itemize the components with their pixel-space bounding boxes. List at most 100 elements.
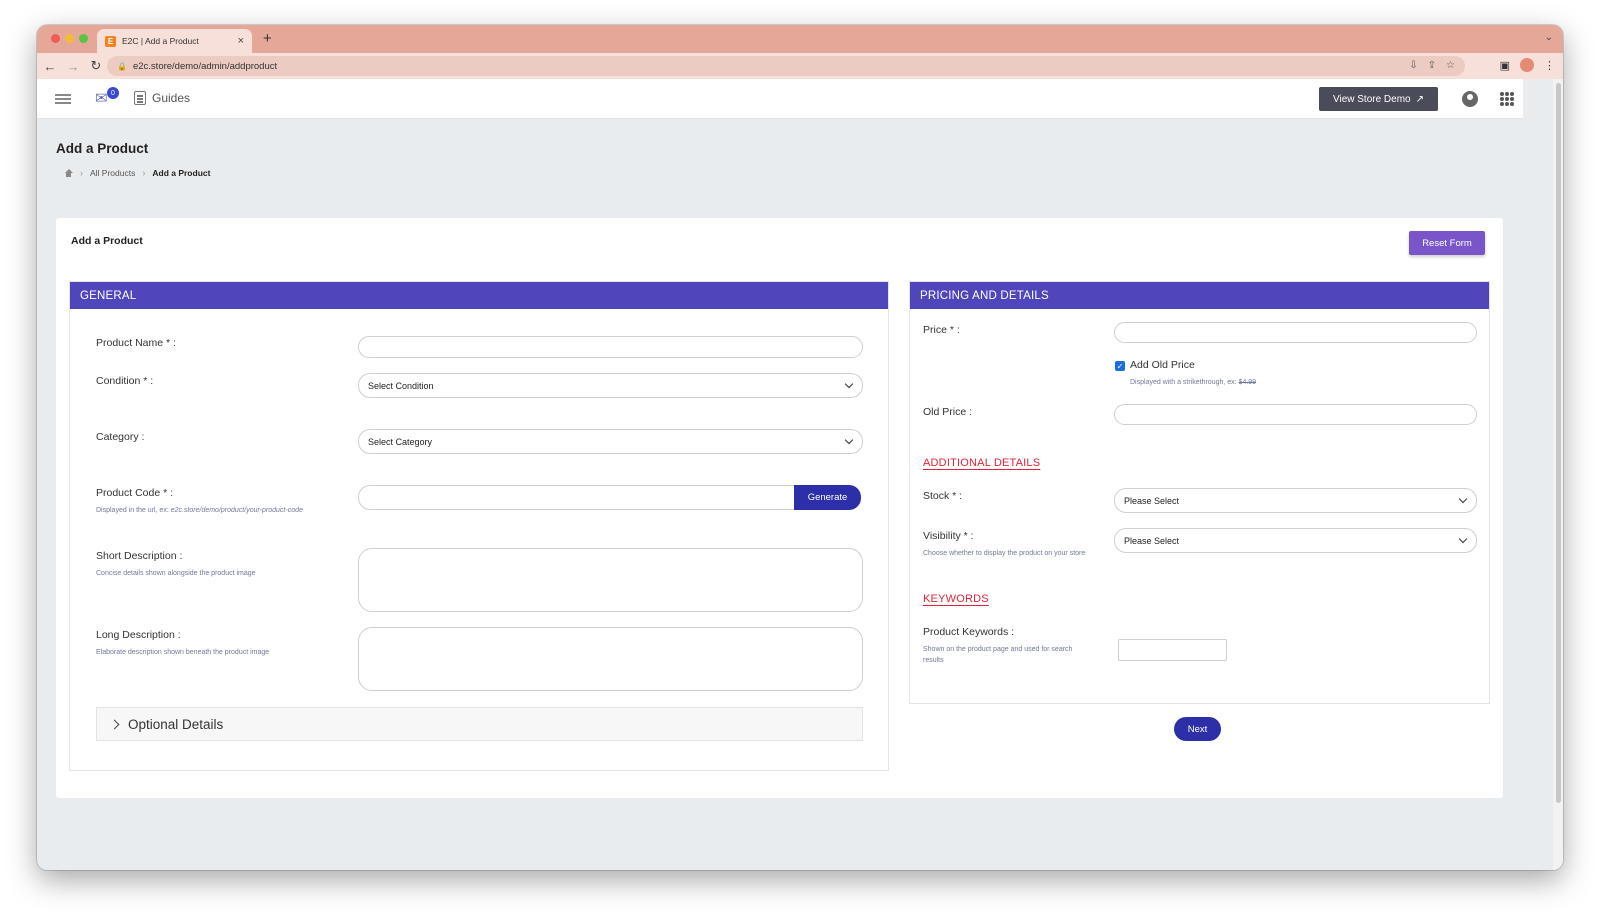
new-tab-button[interactable]: + (263, 30, 272, 47)
card-title: Add a Product (71, 235, 143, 247)
view-store-label: View Store Demo (1332, 93, 1411, 105)
user-account-icon[interactable] (1462, 91, 1478, 107)
price-input[interactable] (1114, 322, 1477, 343)
visibility-select[interactable]: Please Select (1114, 528, 1477, 553)
breadcrumb-separator-icon: › (80, 168, 83, 178)
add-old-price-checkbox[interactable]: ✓ (1115, 361, 1125, 371)
minimize-window-button[interactable] (65, 34, 74, 43)
chevron-down-icon (1458, 494, 1468, 504)
apps-grid-icon[interactable] (1500, 92, 1514, 106)
view-store-demo-button[interactable]: View Store Demo ↗ (1319, 87, 1438, 111)
general-panel: GENERAL Product Name * : Condition * : S… (69, 281, 889, 771)
tab-close-icon[interactable]: × (238, 35, 244, 47)
keywords-title: KEYWORDS (923, 593, 989, 605)
back-icon[interactable]: ← (40, 59, 60, 74)
stock-label: Stock * : (923, 490, 963, 502)
long-description-label: Long Description : (96, 629, 181, 641)
product-code-help-example: e2c.store/demo/product/your-product-code (170, 507, 303, 514)
breadcrumb-current: Add a Product (152, 168, 211, 178)
home-icon[interactable] (64, 169, 73, 177)
old-price-input[interactable] (1114, 404, 1477, 425)
tab-title: E2C | Add a Product (122, 36, 199, 46)
browser-tab[interactable]: E E2C | Add a Product × (97, 29, 252, 53)
maximize-window-button[interactable] (79, 34, 88, 43)
chevron-right-icon (109, 719, 120, 729)
close-window-button[interactable] (51, 34, 60, 43)
profile-avatar-icon[interactable] (1520, 58, 1534, 72)
breadcrumb-separator-icon: › (142, 168, 146, 178)
product-keywords-input[interactable] (1118, 639, 1227, 661)
guides-label: Guides (152, 91, 191, 105)
hamburger-menu-icon[interactable] (55, 94, 71, 104)
install-icon[interactable]: ⇩ (1409, 60, 1417, 71)
chevron-down-icon (844, 379, 854, 389)
long-description-help: Elaborate description shown beneath the … (96, 649, 270, 656)
generate-code-button[interactable]: Generate (794, 485, 861, 510)
visibility-help: Choose whether to display the product on… (923, 550, 1086, 557)
price-label: Price * : (923, 324, 960, 336)
forward-icon[interactable]: → (63, 59, 83, 74)
optional-details-accordion[interactable]: Optional Details (96, 707, 863, 741)
bookmark-star-icon[interactable]: ☆ (1446, 60, 1455, 71)
breadcrumb: › All Products › Add a Product (64, 168, 210, 178)
long-description-textarea[interactable] (358, 627, 863, 691)
optional-details-label: Optional Details (128, 716, 224, 732)
general-panel-heading: GENERAL (70, 282, 888, 309)
chevron-down-icon (1458, 534, 1468, 544)
page-title: Add a Product (56, 141, 149, 156)
product-keywords-label: Product Keywords : (923, 626, 1015, 638)
address-bar[interactable]: 🔒 e2c.store/demo/admin/addproduct ⇩ ⇪ ☆ (107, 56, 1465, 76)
short-description-textarea[interactable] (358, 548, 863, 612)
product-code-help: Displayed in the url, ex: e2c.store/demo… (96, 506, 336, 517)
reload-icon[interactable]: ↻ (86, 58, 106, 74)
side-panel-icon[interactable]: ▣ (1500, 59, 1510, 72)
guides-icon (134, 91, 146, 105)
condition-select[interactable]: Select Condition (358, 373, 863, 398)
tab-search-icon[interactable]: ⌄ (1545, 32, 1553, 43)
browser-window: E E2C | Add a Product × + ⌄ ← → ↻ 🔒 e2c.… (37, 25, 1563, 870)
category-label: Category : (96, 431, 145, 443)
product-code-input[interactable] (358, 485, 798, 510)
app-header: ✉ 0 Guides View Store Demo ↗ (37, 79, 1523, 119)
product-code-label: Product Code * : (96, 487, 174, 499)
share-icon[interactable]: ⇪ (1428, 60, 1436, 71)
notification-badge: 0 (107, 87, 119, 99)
pricing-panel-heading: PRICING AND DETAILS (910, 282, 1489, 309)
old-price-help-text: Displayed with a strikethrough, ex: (1130, 379, 1239, 386)
category-select-value: Select Category (368, 436, 433, 447)
external-link-icon: ↗ (1415, 93, 1425, 105)
add-old-price-label: Add Old Price (1130, 359, 1195, 371)
stock-select-value: Please Select (1124, 495, 1180, 506)
favicon-icon: E (105, 35, 116, 47)
page-scrollbar[interactable] (1553, 79, 1563, 870)
browser-toolbar: ← → ↻ 🔒 e2c.store/demo/admin/addproduct … (37, 53, 1563, 79)
next-button[interactable]: Next (1174, 717, 1221, 741)
product-code-help-text: Displayed in the url, ex: (96, 507, 171, 514)
product-name-input[interactable] (358, 336, 863, 358)
visibility-select-value: Please Select (1124, 535, 1180, 546)
lock-icon: 🔒 (117, 61, 127, 71)
breadcrumb-all-products[interactable]: All Products (90, 168, 135, 178)
category-select[interactable]: Select Category (358, 429, 863, 454)
old-price-help-example: $4.99 (1238, 379, 1257, 386)
condition-select-value: Select Condition (368, 380, 434, 391)
short-description-help: Concise details shown alongside the prod… (96, 570, 256, 577)
add-product-card: Add a Product Reset Form GENERAL Product… (56, 218, 1503, 798)
url-text: e2c.store/demo/admin/addproduct (132, 60, 278, 72)
chevron-down-icon (844, 435, 854, 445)
pricing-panel: PRICING AND DETAILS Price * : ✓ Add Old … (909, 281, 1490, 704)
stock-select[interactable]: Please Select (1114, 488, 1477, 513)
reset-form-button[interactable]: Reset Form (1409, 231, 1485, 255)
old-price-label: Old Price : (923, 406, 973, 418)
product-keywords-help: Shown on the product page and used for s… (923, 646, 1073, 664)
short-description-label: Short Description : (96, 550, 183, 562)
visibility-label: Visibility * : (923, 530, 974, 542)
browser-menu-icon[interactable]: ⋮ (1544, 59, 1555, 72)
notifications-icon[interactable]: ✉ 0 (95, 87, 119, 109)
scrollbar-thumb[interactable] (1556, 83, 1561, 803)
additional-details-title: ADDITIONAL DETAILS (923, 457, 1041, 469)
browser-tabstrip: E E2C | Add a Product × + ⌄ (37, 25, 1563, 53)
product-name-label: Product Name * : (96, 337, 176, 349)
guides-link[interactable]: Guides (134, 91, 190, 105)
condition-label: Condition * : (96, 375, 154, 387)
